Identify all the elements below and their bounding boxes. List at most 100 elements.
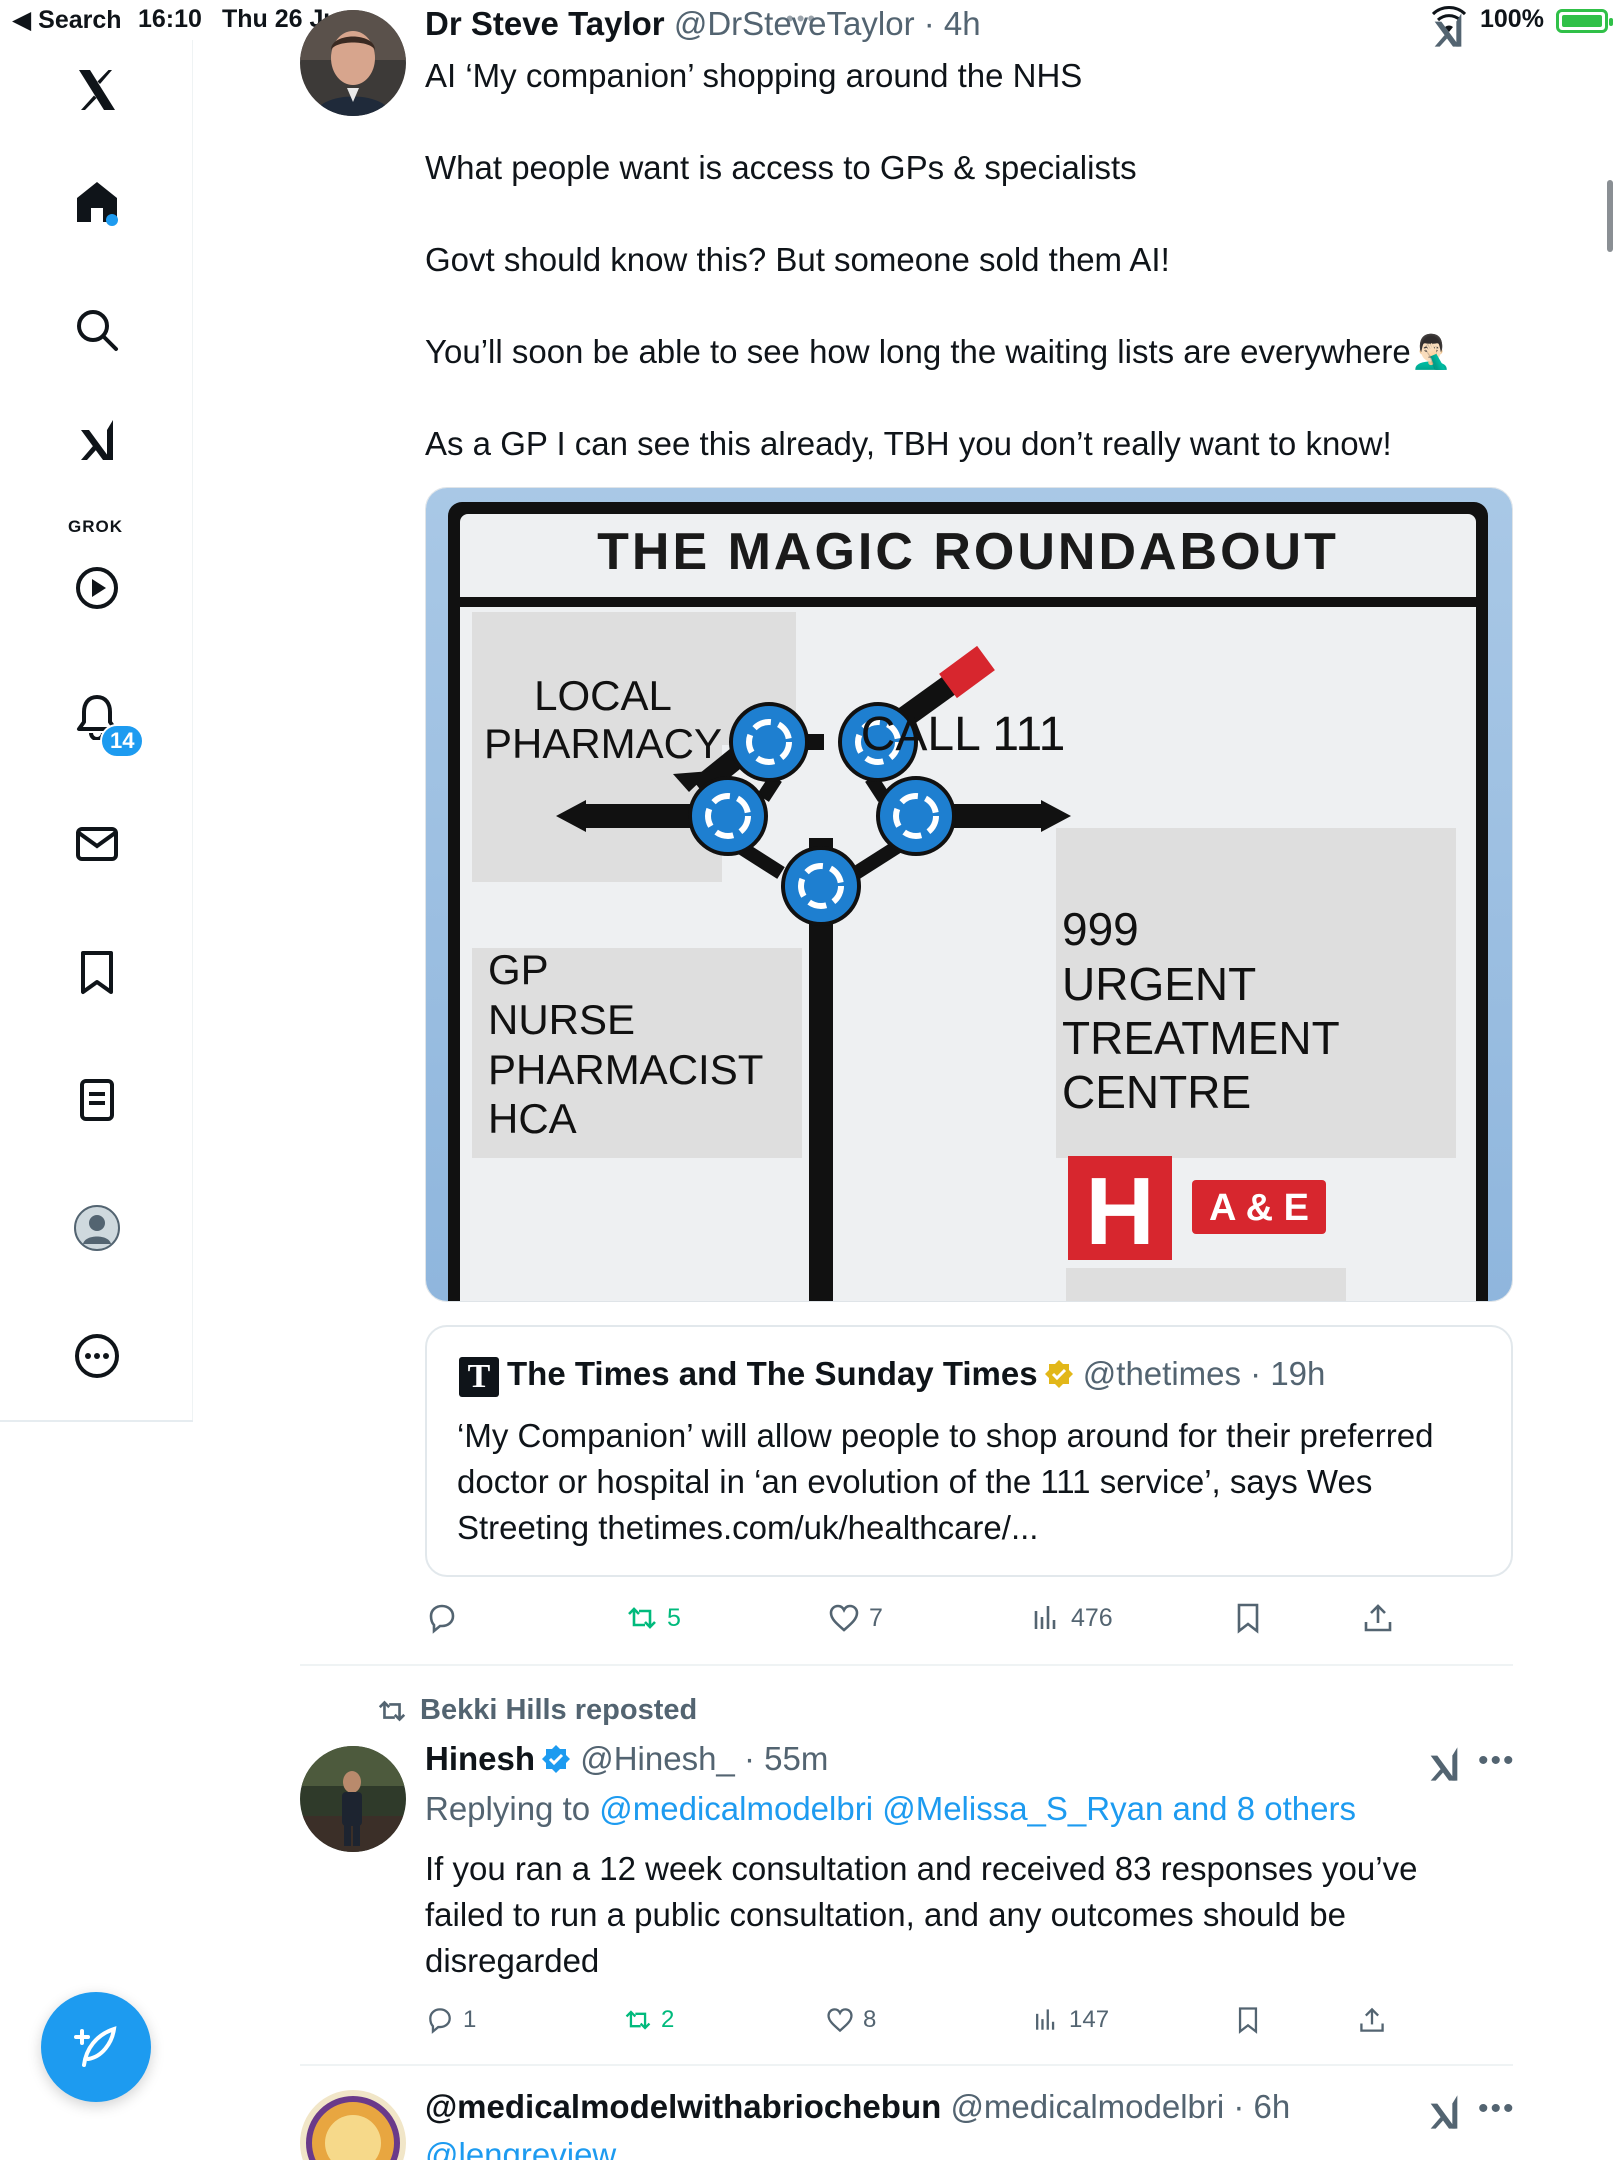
sidebar-item-more[interactable] xyxy=(0,1306,193,1406)
author-avatar[interactable] xyxy=(300,2090,406,2160)
label-centre: CENTRE xyxy=(1062,1066,1251,1118)
sidebar-item-grok[interactable] xyxy=(0,400,193,480)
label-urgent: URGENT xyxy=(1062,958,1256,1010)
author-handle[interactable]: @medicalmodelbri xyxy=(950,2088,1224,2125)
list-icon xyxy=(79,1079,114,1121)
views-button[interactable]: 147 xyxy=(1031,1998,1109,2042)
repost-button[interactable]: 5 xyxy=(625,1596,681,1640)
repost-icon xyxy=(628,1607,656,1629)
quoted-tweet-card[interactable]: T The Times and The Sunday Times @thetim… xyxy=(425,1325,1513,1577)
quoted-author-handle[interactable]: @thetimes xyxy=(1083,1355,1241,1392)
grok-icon xyxy=(80,420,113,460)
sidebar-item-search[interactable] xyxy=(0,280,193,380)
like-button[interactable]: 8 xyxy=(825,1998,876,2042)
grok-label: GROK xyxy=(68,517,123,536)
bookmark-icon xyxy=(80,951,113,994)
reply-button[interactable]: 1 xyxy=(425,1998,476,2042)
sidebar-item-home[interactable] xyxy=(0,152,193,252)
back-to-search-link[interactable]: ◀ Search xyxy=(12,5,122,35)
play-icon xyxy=(75,567,118,609)
compose-post-button[interactable] xyxy=(41,1992,151,2102)
battery-percent: 100% xyxy=(1480,5,1544,33)
tweet-text: If you ran a 12 week consultation and re… xyxy=(425,1850,1427,1979)
grok-explain-icon[interactable] xyxy=(1428,10,1468,50)
avatar-logo xyxy=(300,2090,406,2160)
sidebar-item-video[interactable] xyxy=(0,538,193,638)
reposted-by: Bekki Hills reposted xyxy=(420,1694,698,1726)
repost-icon xyxy=(625,2010,651,2030)
like-button[interactable]: 7 xyxy=(827,1596,883,1640)
hospital-h-letter: H xyxy=(1085,1158,1154,1265)
reply-button[interactable] xyxy=(425,1596,467,1640)
author-handle[interactable]: @DrSteveTaylor xyxy=(674,5,915,42)
tweet-header: @medicalmodelwithabriochebun @medicalmod… xyxy=(425,2088,1290,2126)
more-options-icon[interactable]: ••• xyxy=(1478,1744,1516,1778)
author-name[interactable]: Hinesh xyxy=(425,1740,535,1777)
author-name[interactable]: Dr Steve Taylor xyxy=(425,5,665,42)
bookmark-icon xyxy=(1238,2007,1258,2034)
label-999: 999 xyxy=(1062,903,1139,955)
tweet-divider xyxy=(300,1664,1513,1666)
grok-explain-icon[interactable] xyxy=(1424,1744,1464,1784)
home-unread-dot xyxy=(106,214,118,226)
tweet-time[interactable]: · 6h xyxy=(1233,2088,1290,2125)
repost-button[interactable]: 2 xyxy=(623,1998,674,2042)
sidebar-item-bookmarks[interactable] xyxy=(0,922,193,1022)
notifications-badge: 14 xyxy=(100,724,145,758)
label-pharmacist: PHARMACIST xyxy=(488,1046,763,1093)
repost-count: 5 xyxy=(667,1603,681,1632)
label-gp: GP xyxy=(488,946,549,993)
tweet-actions: 1 2 8 147 xyxy=(425,1998,1513,2042)
like-icon xyxy=(827,2008,853,2033)
status-time: 16:10 xyxy=(138,5,202,33)
share-button[interactable] xyxy=(1361,1596,1395,1640)
tweet-header: Hinesh @Hinesh_ · 55m xyxy=(425,1740,828,1778)
verified-gold-icon xyxy=(1044,1360,1073,1388)
share-icon xyxy=(1360,2007,1384,2032)
author-avatar[interactable] xyxy=(300,1746,406,1852)
replying-to: Replying to @medicalmodelbri @Melissa_S_… xyxy=(425,1790,1356,1828)
tweet-header: Dr Steve Taylor @DrSteveTaylor · 4h xyxy=(425,5,981,43)
bookmark-button[interactable] xyxy=(1231,1596,1265,1640)
author-handle[interactable]: @Hinesh_ xyxy=(580,1740,735,1777)
times-logo-icon: T xyxy=(459,1357,499,1397)
tweet-time[interactable]: · 55m xyxy=(744,1740,828,1777)
views-button[interactable]: 476 xyxy=(1029,1596,1113,1640)
replying-to-link[interactable]: @medicalmodelbri @Melissa_S_Ryan and 8 o… xyxy=(599,1790,1356,1827)
compose-icon xyxy=(74,2026,117,2067)
replying-to-link[interactable]: @lengreview xyxy=(425,2136,616,2160)
bookmark-button[interactable] xyxy=(1233,1998,1263,2042)
more-options-icon[interactable]: ••• xyxy=(1478,2092,1516,2126)
views-icon xyxy=(1036,2009,1055,2030)
sidebar-item-messages[interactable] xyxy=(0,794,193,894)
label-call-111: CALL 111 xyxy=(861,708,1066,761)
replying-to: @lengreview xyxy=(425,2136,616,2160)
roundabout-3 xyxy=(688,776,768,856)
sidebar-item-lists[interactable] xyxy=(0,1050,193,1150)
bookmark-icon xyxy=(1237,1603,1259,1634)
battery-fill xyxy=(1562,15,1602,27)
roundabout-4 xyxy=(876,776,956,856)
like-count: 7 xyxy=(869,1603,883,1632)
label-local: LOCAL xyxy=(534,672,672,719)
repost-count: 2 xyxy=(661,2006,675,2033)
sidebar-nav: GROK 14 xyxy=(0,40,193,1422)
quoted-tweet-header: The Times and The Sunday Times @thetimes… xyxy=(507,1355,1325,1393)
x-logo-icon xyxy=(78,70,115,110)
more-icon xyxy=(74,1334,119,1378)
author-name[interactable]: @medicalmodelwithabriochebun xyxy=(425,2088,941,2125)
scrollbar-thumb[interactable] xyxy=(1607,180,1613,252)
views-icon xyxy=(1034,1606,1056,1629)
quoted-tweet-time: · 19h xyxy=(1250,1355,1326,1392)
repost-context[interactable]: Bekki Hills reposted xyxy=(376,1694,697,1727)
sidebar-item-profile[interactable] xyxy=(0,1178,193,1278)
author-avatar[interactable] xyxy=(300,10,406,116)
sidebar-item-x-logo[interactable] xyxy=(0,40,193,140)
sidebar-item-notifications[interactable] xyxy=(0,666,193,766)
share-button[interactable] xyxy=(1357,1998,1387,2042)
tweet-time[interactable]: · 4h xyxy=(924,5,981,42)
quoted-author-name[interactable]: The Times and The Sunday Times xyxy=(507,1355,1038,1392)
tweet-image[interactable]: THE MAGIC ROUNDABOUT LOCAL PHARMACY CALL… xyxy=(425,487,1513,1302)
avatar-photo xyxy=(300,10,406,116)
grok-explain-icon[interactable] xyxy=(1424,2092,1464,2132)
